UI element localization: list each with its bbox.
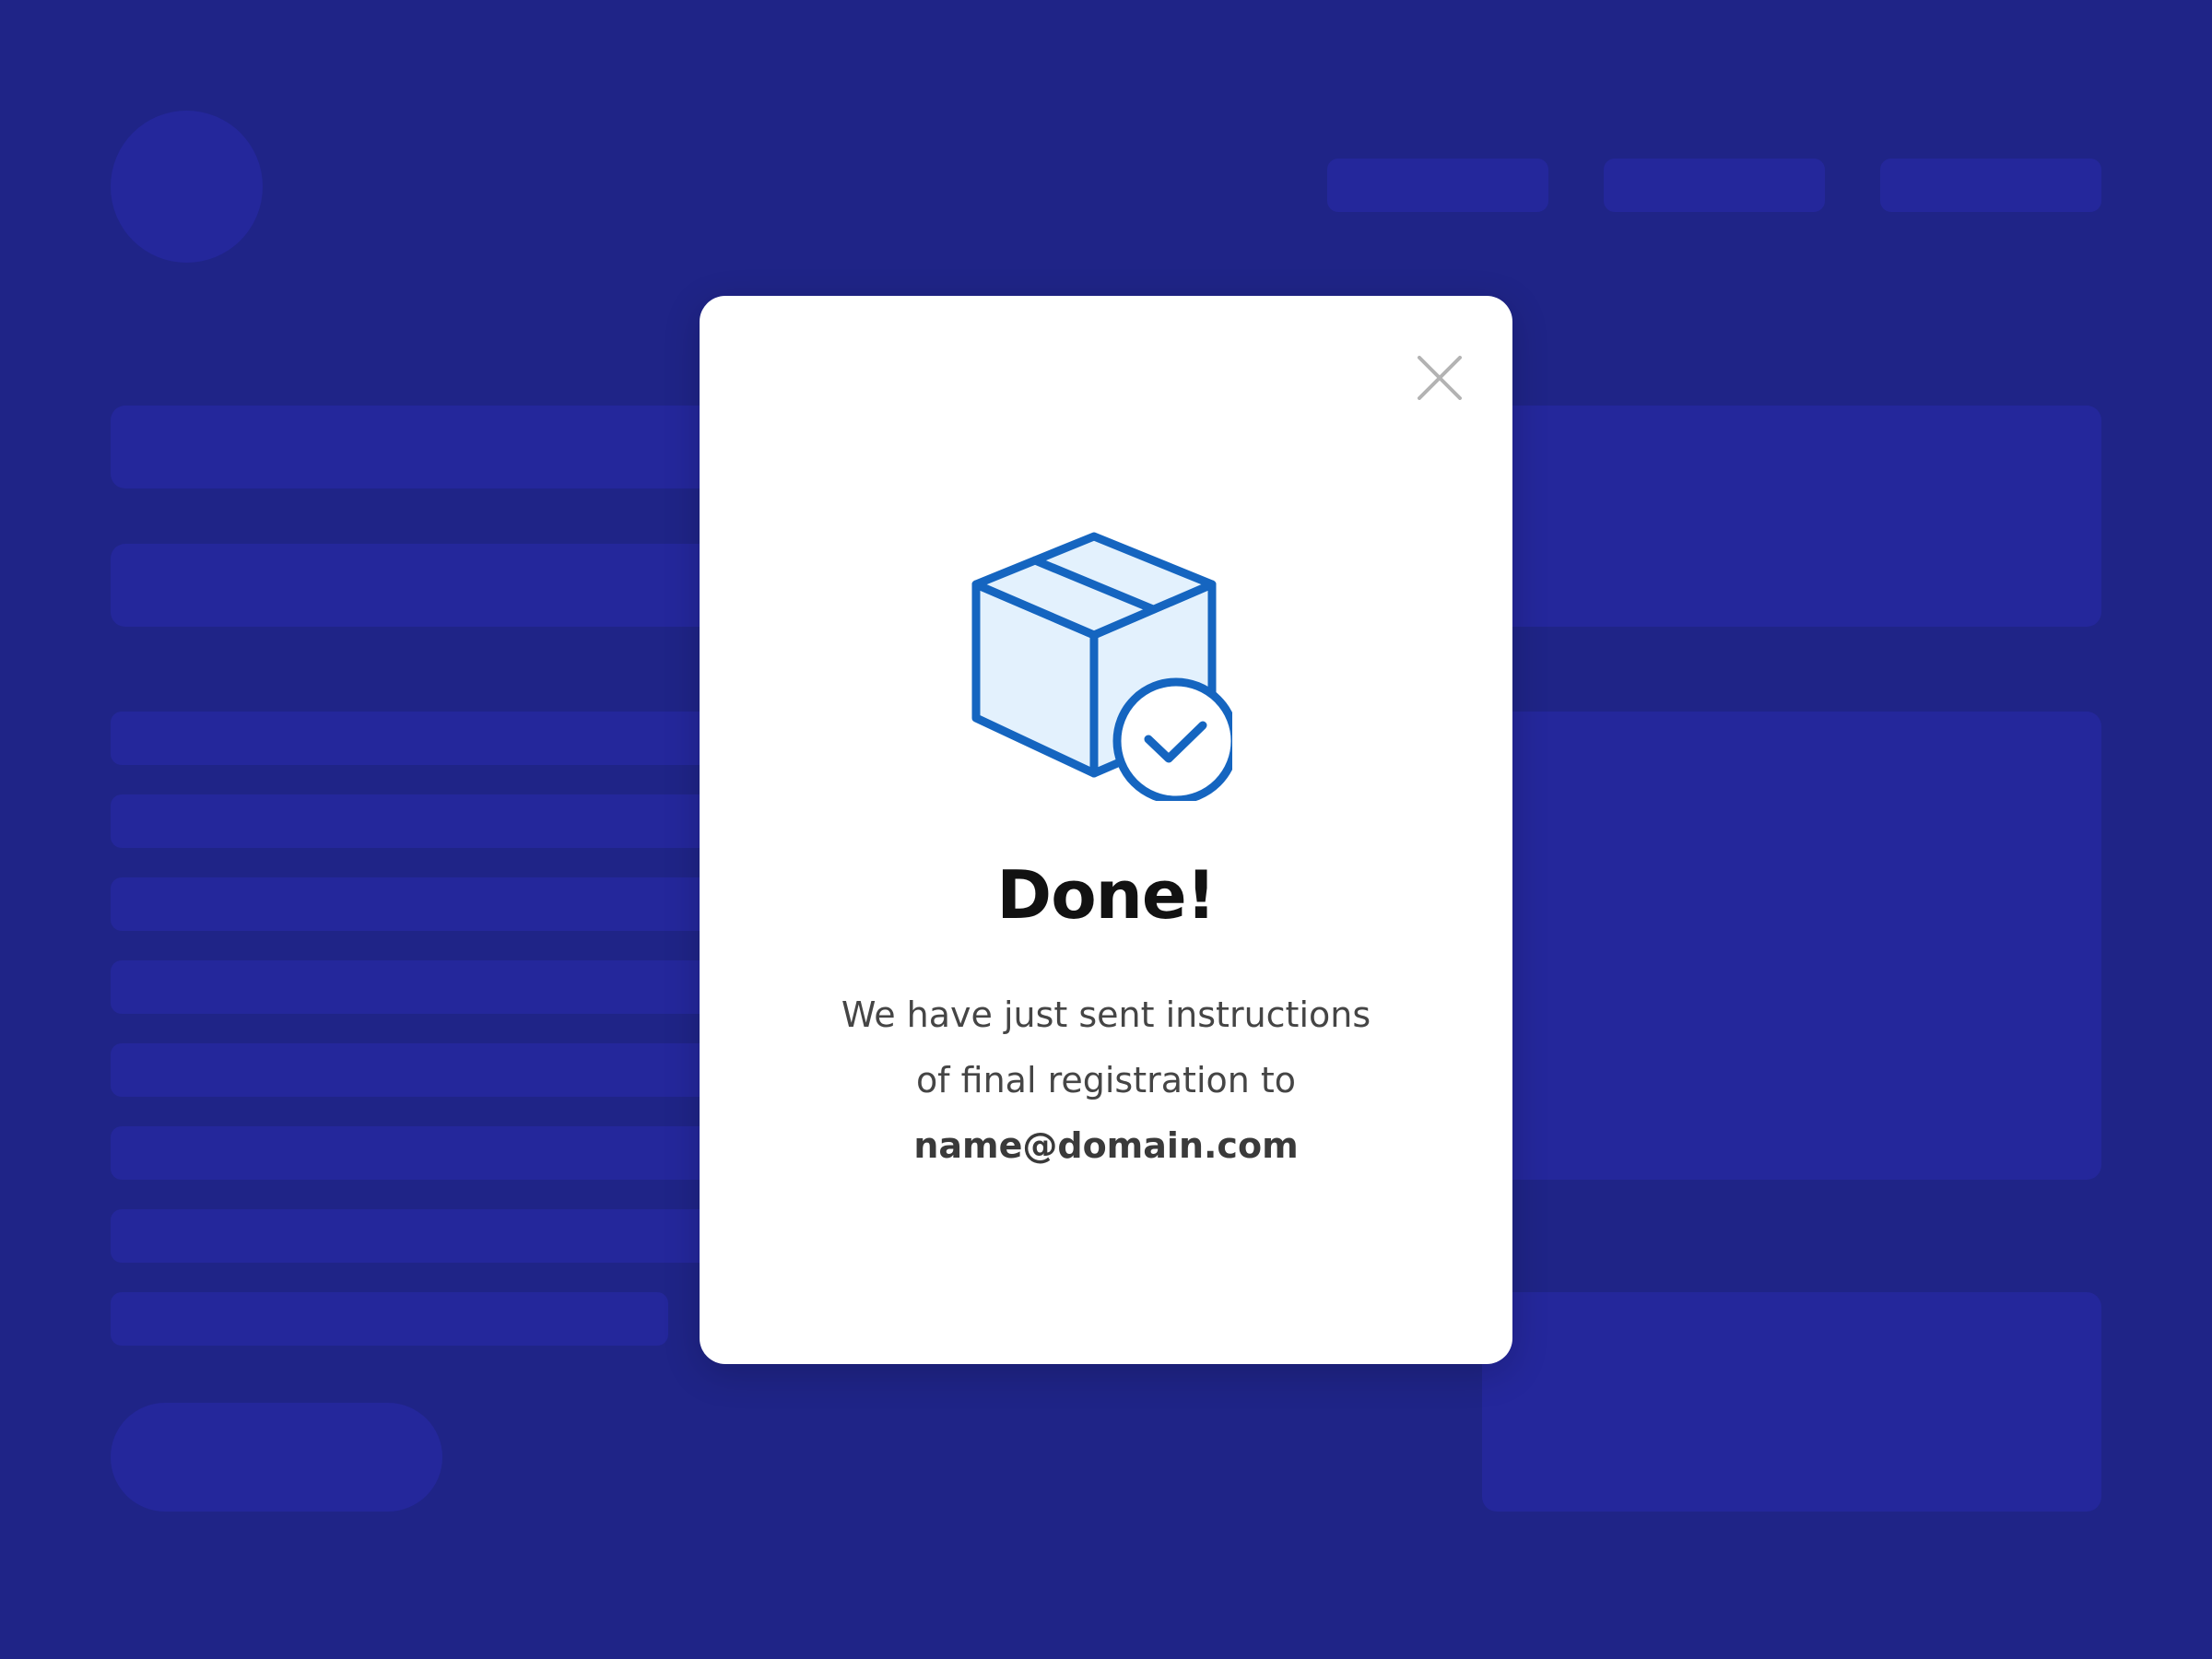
list-placeholder <box>111 712 756 765</box>
success-modal: Done! We have just sent instructions of … <box>700 296 1512 1364</box>
card-placeholder <box>1482 1292 2101 1512</box>
avatar-placeholder <box>111 111 263 263</box>
modal-title: Done! <box>996 856 1216 934</box>
list-placeholder <box>111 1292 668 1346</box>
list-placeholder <box>111 877 756 931</box>
list-placeholder <box>111 1043 756 1097</box>
email-address: name@domain.com <box>913 1125 1299 1166</box>
modal-message: We have just sent instructions of final … <box>700 982 1512 1179</box>
content-placeholder <box>111 544 756 627</box>
close-icon[interactable] <box>1418 356 1462 400</box>
pill-button-placeholder <box>111 1403 442 1512</box>
card-placeholder <box>1475 712 2101 1180</box>
nav-placeholder-2 <box>1604 159 1825 212</box>
list-placeholder <box>111 1209 756 1263</box>
list-placeholder <box>111 794 756 848</box>
message-line-2: of final registration to <box>915 1060 1297 1100</box>
content-placeholder <box>1475 406 2101 627</box>
nav-placeholder-3 <box>1880 159 2101 212</box>
nav-placeholder-1 <box>1327 159 1548 212</box>
message-line-1: We have just sent instructions <box>841 994 1371 1035</box>
close-button[interactable] <box>1409 347 1470 408</box>
package-check-icon <box>971 532 1232 801</box>
list-placeholder <box>111 960 756 1014</box>
content-placeholder <box>111 406 756 488</box>
app-background: Done! We have just sent instructions of … <box>0 0 2212 1659</box>
list-placeholder <box>111 1126 756 1180</box>
